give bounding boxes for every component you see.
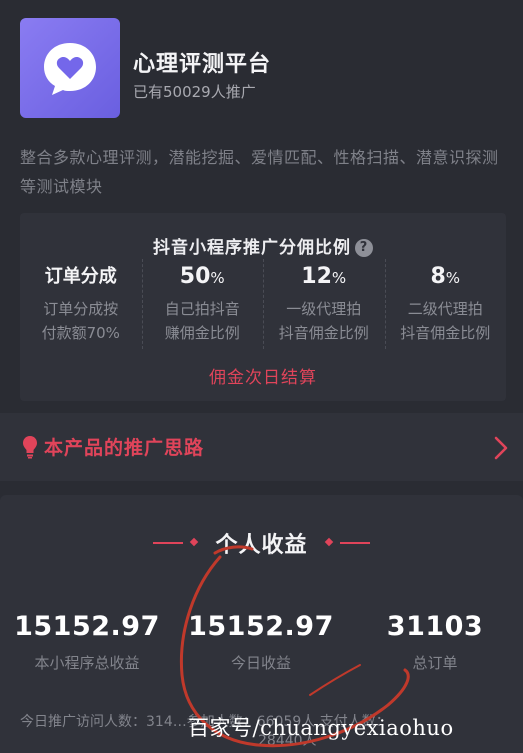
settlement-note: 佣金次日结算 — [209, 368, 317, 388]
heart-chat-bubble-icon — [20, 18, 120, 118]
app-description: 整合多款心理评测，潜能挖掘、爱情匹配、性格扫描、潜意识探测等测试模块 — [20, 148, 499, 196]
watermark: 百家号/chuangyexiaohuo — [188, 716, 454, 740]
app-title: 心理评测平台 — [133, 52, 272, 77]
stat-today-revenue: 15152.97 今日收益 — [188, 611, 334, 672]
commission-title: 抖音小程序推广分佣比例? — [20, 233, 506, 258]
stat-total-revenue: 15152.97 本小程序总收益 — [14, 611, 160, 672]
earnings-header: 个人收益 — [0, 525, 523, 561]
earnings-title: 个人收益 — [215, 533, 308, 558]
title-decoration-right-icon — [324, 537, 370, 547]
commission-card: 抖音小程序推广分佣比例? 订单分成 订单分成按 付款额70% 50% 自己拍抖音… — [20, 213, 506, 401]
commission-column: 12% 一级代理拍 抖音佣金比例 — [263, 257, 385, 367]
stat-total-orders: 31103 总订单 — [386, 611, 484, 672]
app-header: 心理评测平台 已有50029人推广 — [20, 18, 510, 118]
chevron-right-icon[interactable] — [493, 435, 509, 461]
promo-strategy-label: 本产品的推广思路 — [44, 437, 205, 459]
title-decoration-left-icon — [153, 537, 199, 547]
lightbulb-icon — [23, 436, 37, 459]
earnings-stats: 15152.97 本小程序总收益 15152.97 今日收益 31103 总订单 — [0, 611, 523, 673]
commission-column: 50% 自己拍抖音 赚佣金比例 — [141, 257, 264, 367]
promo-strategy-row[interactable]: 本产品的推广思路 — [0, 413, 523, 481]
commission-column: 订单分成 订单分成按 付款额70% — [41, 266, 120, 342]
commission-columns: 订单分成 订单分成按 付款额70% 50% 自己拍抖音 赚佣金比例 12% 一级… — [20, 257, 506, 367]
help-icon[interactable]: ? — [355, 239, 373, 257]
commission-column: 8% 二级代理拍 抖音佣金比例 — [384, 257, 507, 367]
promoter-count: 已有50029人推广 — [133, 83, 256, 101]
